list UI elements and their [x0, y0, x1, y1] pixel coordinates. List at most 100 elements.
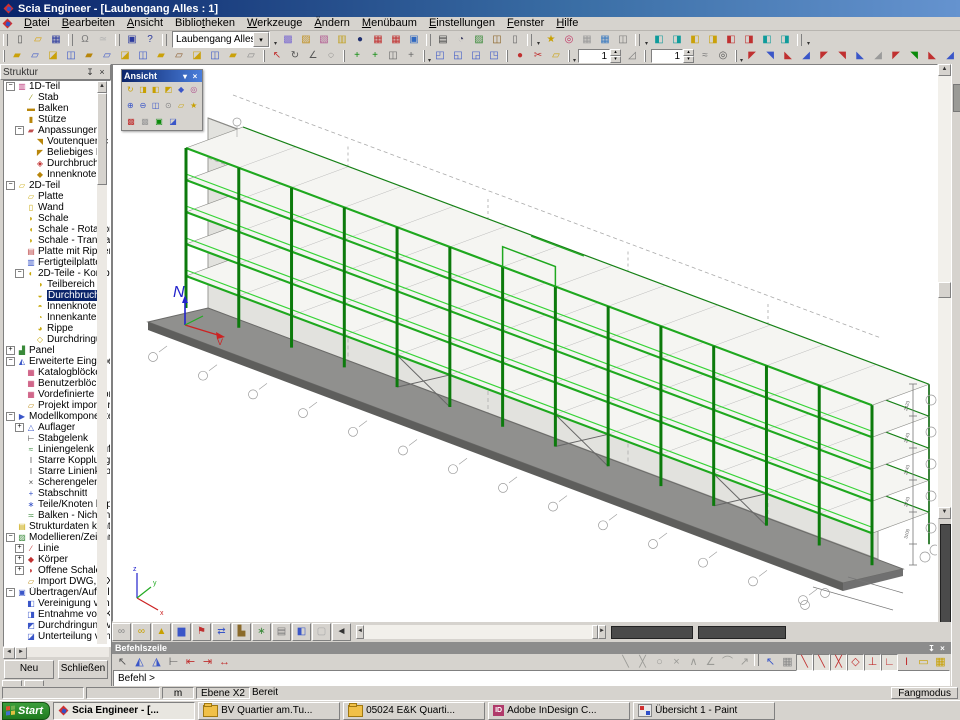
- member-tool-3-icon[interactable]: ◣: [779, 48, 797, 65]
- tsquare-icon[interactable]: ⊢: [165, 654, 182, 671]
- tree-item-entnahme-von-kö[interactable]: ◨Entnahme von Kö: [4, 609, 110, 620]
- paste-node-icon[interactable]: ▰: [152, 48, 170, 65]
- project-window-6-icon[interactable]: ◨: [740, 31, 758, 48]
- workplane-4-icon[interactable]: ◳: [485, 48, 503, 65]
- close-icon[interactable]: ×: [937, 644, 948, 653]
- snap-table-icon[interactable]: ▦: [932, 654, 949, 671]
- chevron-down-icon[interactable]: ▾: [180, 72, 190, 81]
- snap-circle-icon[interactable]: ○: [651, 654, 668, 671]
- start-button[interactable]: Start: [2, 702, 50, 720]
- expand-icon[interactable]: +: [15, 555, 24, 564]
- model-viewport[interactable]: 24232743274327433100NVzxy Ansicht ▾ × ↻◨…: [112, 64, 938, 622]
- rotate-view-icon[interactable]: ↻: [124, 83, 137, 97]
- clip-slider-horizontal-2[interactable]: [698, 626, 786, 639]
- paste-plate-icon[interactable]: ◫: [62, 48, 80, 65]
- keyboard-entry-icon[interactable]: ▭: [915, 654, 932, 671]
- measure-angle-icon[interactable]: ∠: [304, 48, 322, 65]
- pin-icon[interactable]: ↧: [926, 644, 937, 653]
- member-tool-12-icon[interactable]: ◢: [941, 48, 959, 65]
- paste-wall-icon[interactable]: ▰: [80, 48, 98, 65]
- spinner-up-icon[interactable]: ▴: [683, 49, 694, 56]
- command-input[interactable]: Befehl >: [113, 670, 950, 687]
- render-sphere-icon[interactable]: ●: [351, 31, 369, 48]
- taskbar-button-folder[interactable]: 05024 E&K Quarti...: [343, 702, 485, 720]
- stretch-view-icon[interactable]: ⇄: [212, 623, 231, 641]
- scale-spinner[interactable]: 1▴▾: [651, 49, 694, 63]
- toolbar-overflow-icon[interactable]: ▾: [573, 49, 576, 64]
- render-mode-icon[interactable]: ▲: [152, 623, 171, 641]
- tree-item-unterteilung-von-i[interactable]: ◪Unterteilung von I: [4, 631, 110, 642]
- collapse-icon[interactable]: −: [6, 412, 15, 421]
- dock-handle[interactable]: [953, 84, 960, 112]
- zoom-in-icon[interactable]: ⊕: [124, 99, 137, 113]
- expand-icon[interactable]: +: [15, 544, 24, 553]
- tree-item-anpassungen[interactable]: −▰Anpassungen: [4, 125, 110, 136]
- snap-grid-icon[interactable]: ▦: [779, 654, 796, 671]
- collapse-icon[interactable]: −: [6, 82, 15, 91]
- snap-node-icon[interactable]: ◇: [847, 654, 864, 671]
- member-tool-11-icon[interactable]: ◣: [923, 48, 941, 65]
- document-view-icon[interactable]: ▣: [405, 31, 423, 48]
- snap-midpoint-icon[interactable]: ╲: [813, 654, 830, 671]
- save-icon[interactable]: ▦: [47, 31, 65, 48]
- snap-angle-icon[interactable]: ∠: [702, 654, 719, 671]
- tree-item-stab[interactable]: ∕Stab: [4, 92, 110, 103]
- project-window-3-icon[interactable]: ◧: [686, 31, 704, 48]
- toolbar-overflow-icon[interactable]: ▾: [535, 32, 542, 47]
- export-icon[interactable]: ◫: [488, 31, 506, 48]
- tree-item-platte-mit-rippen[interactable]: ▤Platte mit Rippen: [4, 246, 110, 257]
- tree-item-körper[interactable]: +◆Körper: [4, 554, 110, 565]
- print-preview-icon[interactable]: ◔: [452, 31, 470, 48]
- viewport-vertical-scrollbar[interactable]: ▲ ▼: [938, 64, 951, 519]
- picture-icon[interactable]: ▨: [470, 31, 488, 48]
- folder-export-icon[interactable]: ▱: [547, 48, 565, 65]
- member-tool-9-icon[interactable]: ◤: [887, 48, 905, 65]
- snap-delete-icon[interactable]: ×: [668, 654, 685, 671]
- regen-view-icon[interactable]: ∗: [252, 623, 271, 641]
- snap-arc-icon[interactable]: ⌒: [719, 654, 736, 671]
- menu-einstellungen[interactable]: Einstellungen: [423, 17, 501, 29]
- neu-button[interactable]: Neu: [4, 660, 54, 679]
- inactive-tool-icon[interactable]: ▢: [312, 623, 331, 641]
- tree-item-rippe[interactable]: ◕Rippe: [4, 323, 110, 334]
- paste-shell-icon[interactable]: ▱: [98, 48, 116, 65]
- license-key-icon[interactable]: ★: [542, 31, 560, 48]
- table-results-icon[interactable]: ▦: [369, 31, 387, 48]
- view-front-icon[interactable]: ◨: [137, 83, 150, 97]
- paste-opening-icon[interactable]: ◫: [134, 48, 152, 65]
- tree-item-katalogblöcke[interactable]: ▦Katalogblöcke: [4, 367, 110, 378]
- tree-item-vereinigung-von[interactable]: ◧Vereinigung von: [4, 598, 110, 609]
- tree-item-projekt-importiere[interactable]: ▱Projekt importiere: [4, 400, 110, 411]
- zoom-all-icon[interactable]: ◎: [187, 83, 200, 97]
- tree-vertical-scrollbar[interactable]: ▲: [97, 81, 107, 644]
- member-tool-10-icon[interactable]: ◥: [905, 48, 923, 65]
- light-icon[interactable]: ★: [187, 99, 200, 113]
- result-chart-icon[interactable]: ▆: [172, 623, 191, 641]
- open-folder-icon[interactable]: ▱: [29, 31, 47, 48]
- pin-icon[interactable]: ↧: [84, 67, 96, 78]
- view-side-icon[interactable]: ◧: [149, 83, 162, 97]
- view-axo-icon[interactable]: ◆: [175, 83, 188, 97]
- tree-item-1d-teil[interactable]: −▥1D-Teil: [4, 81, 110, 92]
- project-window-1-icon[interactable]: ◧: [650, 31, 668, 48]
- wave-tool-icon[interactable]: ≈: [696, 48, 714, 65]
- tree-item-innenknoten[interactable]: ◆Innenknoten: [4, 169, 110, 180]
- toolbar-overflow-icon[interactable]: ▾: [272, 32, 279, 47]
- viewport-horizontal-scrollbar[interactable]: ◄ ►: [356, 625, 606, 639]
- tree-item-auflager[interactable]: +△Auflager: [4, 422, 110, 433]
- view-params-icon[interactable]: ◧: [292, 623, 311, 641]
- clipboard-icon[interactable]: ▥: [333, 31, 351, 48]
- tree-item-schale[interactable]: ◗Schale: [4, 213, 110, 224]
- tree-item-durchdringun[interactable]: ◇Durchdringun: [4, 334, 110, 345]
- tree-item-modellkomponenter[interactable]: −▶Modellkomponenter: [4, 411, 110, 422]
- grid-off-icon[interactable]: ▦: [578, 31, 596, 48]
- toolbar-overflow-icon[interactable]: ▾: [643, 32, 650, 47]
- add-point-icon[interactable]: +: [348, 48, 366, 65]
- expand-icon[interactable]: +: [15, 566, 24, 575]
- tree-item-schale-translat[interactable]: ◗Schale - Translat: [4, 235, 110, 246]
- gallery-icon[interactable]: ▧: [315, 31, 333, 48]
- close-icon[interactable]: ×: [96, 67, 108, 77]
- tree-item-teilbereich[interactable]: ◑Teilbereich: [4, 279, 110, 290]
- tree-item-offene-schale[interactable]: +◗Offene Schale: [4, 565, 110, 576]
- taskbar-button-folder[interactable]: BV Quartier am.Tu...: [198, 702, 340, 720]
